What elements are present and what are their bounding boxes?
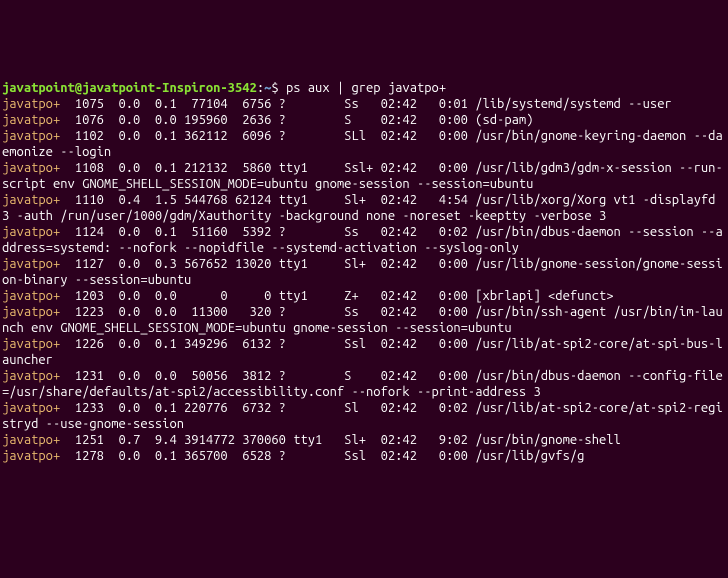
process-user: javatpo+ [2, 257, 60, 271]
process-user: javatpo+ [2, 161, 60, 175]
process-user: javatpo+ [2, 337, 60, 351]
process-rest: 1233 0.0 0.1 220776 6732 ? Sl 02:42 0:02… [2, 401, 723, 431]
prompt-dollar: $ [271, 81, 286, 95]
process-row: javatpo+ 1233 0.0 0.1 220776 6732 ? Sl 0… [2, 400, 726, 432]
process-rest: 1108 0.0 0.1 212132 5860 tty1 Ssl+ 02:42… [2, 161, 723, 191]
process-user: javatpo+ [2, 193, 60, 207]
process-user: javatpo+ [2, 449, 60, 463]
process-row: javatpo+ 1231 0.0 0.0 50056 3812 ? S 02:… [2, 368, 726, 400]
prompt-colon: : [257, 81, 264, 95]
process-row: javatpo+ 1127 0.0 0.3 567652 13020 tty1 … [2, 256, 726, 288]
process-rest: 1251 0.7 9.4 3914772 370060 tty1 Sl+ 02:… [60, 433, 621, 447]
process-row: javatpo+ 1226 0.0 0.1 349296 6132 ? Ssl … [2, 336, 726, 368]
process-row: javatpo+ 1251 0.7 9.4 3914772 370060 tty… [2, 432, 726, 448]
process-rest: 1226 0.0 0.1 349296 6132 ? Ssl 02:42 0:0… [2, 337, 723, 367]
process-user: javatpo+ [2, 305, 60, 319]
process-row: javatpo+ 1278 0.0 0.1 365700 6528 ? Ssl … [2, 448, 726, 464]
process-rest: 1278 0.0 0.1 365700 6528 ? Ssl 02:42 0:0… [60, 449, 584, 463]
process-user: javatpo+ [2, 225, 60, 239]
process-user: javatpo+ [2, 433, 60, 447]
process-rest: 1231 0.0 0.0 50056 3812 ? S 02:42 0:00 /… [2, 369, 723, 399]
process-rest: 1075 0.0 0.1 77104 6756 ? Ss 02:42 0:01 … [60, 97, 672, 111]
process-user: javatpo+ [2, 289, 60, 303]
process-row: javatpo+ 1110 0.4 1.5 544768 62124 tty1 … [2, 192, 726, 224]
process-rest: 1223 0.0 0.0 11300 320 ? Ss 02:42 0:00 /… [2, 305, 723, 335]
process-rest: 1124 0.0 0.1 51160 5392 ? Ss 02:42 0:02 … [2, 225, 723, 255]
prompt-user-host: javatpoint@javatpoint-Inspiron-3542 [2, 81, 257, 95]
process-user: javatpo+ [2, 401, 60, 415]
process-user: javatpo+ [2, 369, 60, 383]
process-user: javatpo+ [2, 97, 60, 111]
process-row: javatpo+ 1108 0.0 0.1 212132 5860 tty1 S… [2, 160, 726, 192]
process-row: javatpo+ 1102 0.0 0.1 362112 6096 ? SLl … [2, 128, 726, 160]
process-rest: 1127 0.0 0.3 567652 13020 tty1 Sl+ 02:42… [2, 257, 723, 287]
process-row: javatpo+ 1203 0.0 0.0 0 0 tty1 Z+ 02:42 … [2, 288, 726, 304]
process-user: javatpo+ [2, 113, 60, 127]
process-row: javatpo+ 1076 0.0 0.0 195960 2636 ? S 02… [2, 112, 726, 128]
process-user: javatpo+ [2, 129, 60, 143]
process-rest: 1076 0.0 0.0 195960 2636 ? S 02:42 0:00 … [60, 113, 533, 127]
process-row: javatpo+ 1124 0.0 0.1 51160 5392 ? Ss 02… [2, 224, 726, 256]
process-row: javatpo+ 1075 0.0 0.1 77104 6756 ? Ss 02… [2, 96, 726, 112]
command-prompt-line[interactable]: javatpoint@javatpoint-Inspiron-3542:~$ p… [2, 80, 726, 96]
process-rest: 1110 0.4 1.5 544768 62124 tty1 Sl+ 02:42… [2, 193, 723, 223]
process-row: javatpo+ 1223 0.0 0.0 11300 320 ? Ss 02:… [2, 304, 726, 336]
process-rest: 1203 0.0 0.0 0 0 tty1 Z+ 02:42 0:00 [xbr… [60, 289, 613, 303]
command-text: ps aux | grep javatpo+ [286, 81, 446, 95]
process-rest: 1102 0.0 0.1 362112 6096 ? SLl 02:42 0:0… [2, 129, 723, 159]
terminal-output: javatpoint@javatpoint-Inspiron-3542:~$ p… [2, 64, 726, 480]
